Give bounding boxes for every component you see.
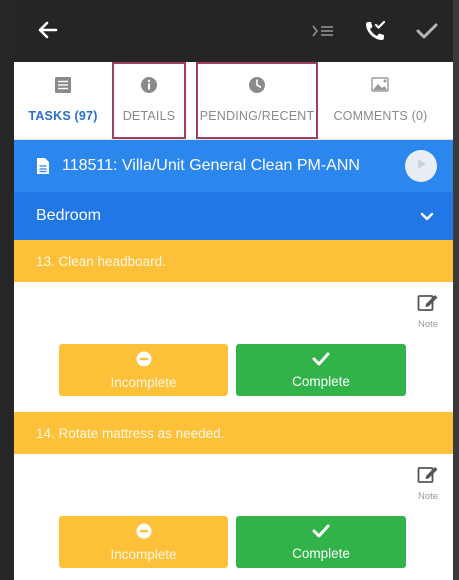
incomplete-label: Incomplete	[110, 546, 177, 562]
screen: TASKS (97) DETAILS PENDING/RECENT COMMEN…	[0, 0, 459, 580]
list-icon	[54, 76, 72, 99]
right-border	[453, 0, 459, 580]
top-app-bar	[14, 0, 453, 62]
tab-pending-recent-label: PENDING/RECENT	[199, 109, 315, 123]
checkmark-icon	[312, 352, 330, 369]
task-header: 13. Clean headboard.	[14, 240, 453, 282]
arrow-left-icon[interactable]	[36, 18, 60, 42]
note-label: Note	[417, 491, 439, 502]
work-order-title: 118511: Villa/Unit General Clean PM-ANN	[62, 157, 360, 174]
work-order-bar[interactable]: 118511: Villa/Unit General Clean PM-ANN	[14, 140, 453, 192]
image-icon	[370, 76, 391, 99]
info-icon	[140, 76, 158, 99]
complete-label: Complete	[292, 545, 350, 561]
complete-label: Complete	[292, 373, 350, 389]
task-title: 14. Rotate mattress as needed.	[36, 425, 225, 441]
tab-bar: TASKS (97) DETAILS PENDING/RECENT COMMEN…	[14, 62, 453, 140]
room-section-header[interactable]: Bedroom	[14, 192, 453, 240]
room-label: Bedroom	[36, 207, 101, 224]
minus-circle-icon	[136, 523, 152, 542]
task-body: Note Incomplete Complete	[14, 454, 453, 580]
note-label: Note	[417, 319, 439, 330]
play-button[interactable]	[405, 150, 437, 182]
incomplete-button[interactable]: Incomplete	[59, 344, 228, 396]
checkmark-icon[interactable]	[401, 0, 453, 62]
tab-pending-recent[interactable]: PENDING/RECENT	[196, 62, 318, 139]
tab-tasks-label: TASKS (97)	[28, 109, 98, 123]
task-header: 14. Rotate mattress as needed.	[14, 412, 453, 454]
left-border	[0, 0, 14, 580]
clock-icon	[248, 76, 266, 99]
edit-note-icon	[417, 464, 439, 489]
checkmark-icon	[312, 524, 330, 541]
app-window: TASKS (97) DETAILS PENDING/RECENT COMMEN…	[14, 0, 453, 580]
tab-comments-label: COMMENTS (0)	[333, 109, 428, 123]
incomplete-label: Incomplete	[110, 374, 177, 390]
incomplete-button[interactable]: Incomplete	[59, 516, 228, 568]
complete-button[interactable]: Complete	[236, 516, 406, 568]
document-icon	[36, 157, 50, 175]
tab-tasks[interactable]: TASKS (97)	[14, 62, 112, 139]
note-button[interactable]: Note	[411, 292, 445, 330]
minus-circle-icon	[136, 351, 152, 370]
indent-list-icon[interactable]	[297, 0, 349, 62]
edit-note-icon	[417, 292, 439, 317]
phone-check-icon[interactable]	[349, 0, 401, 62]
task-body: Note Incomplete Complete	[14, 282, 453, 412]
tab-details[interactable]: DETAILS	[112, 62, 186, 139]
chevron-down-icon	[419, 209, 435, 225]
complete-button[interactable]: Complete	[236, 344, 406, 396]
tab-comments[interactable]: COMMENTS (0)	[318, 62, 443, 139]
task-title: 13. Clean headboard.	[36, 253, 166, 269]
note-button[interactable]: Note	[411, 464, 445, 502]
play-icon	[414, 157, 428, 176]
tab-details-label: DETAILS	[122, 109, 176, 123]
